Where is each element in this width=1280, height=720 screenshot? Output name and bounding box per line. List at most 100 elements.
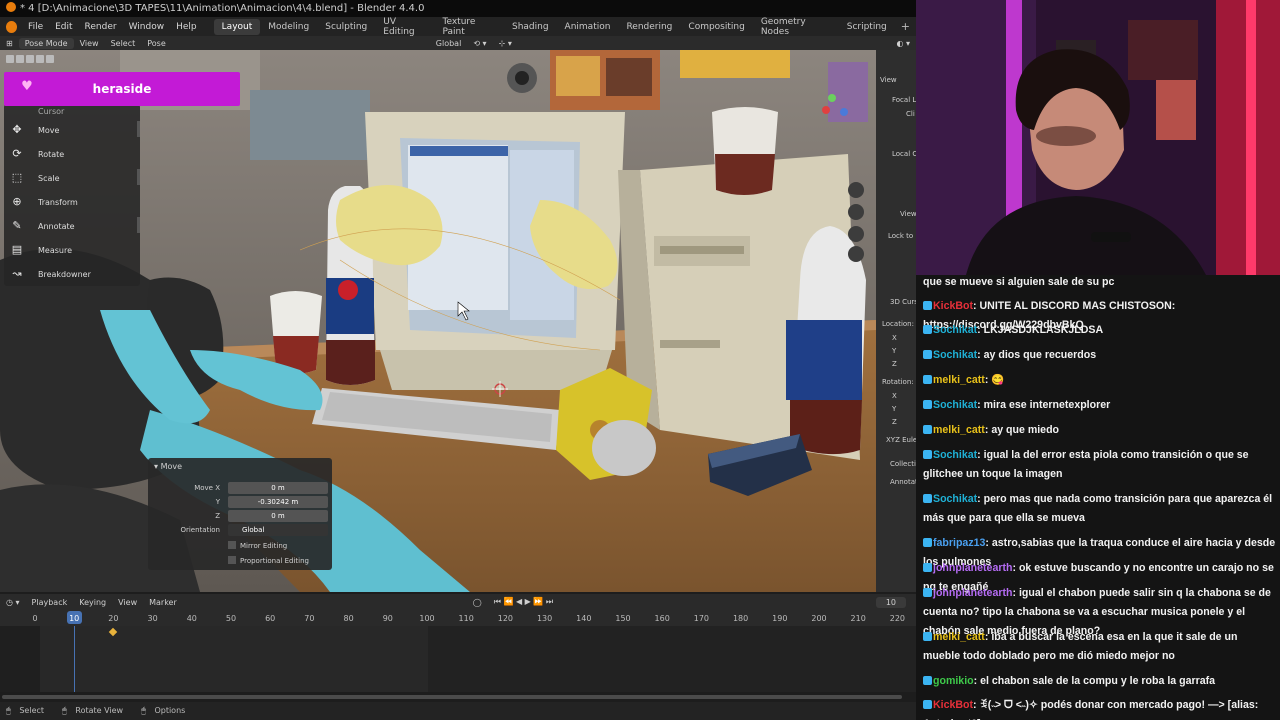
stream-chat: que se mueve si alguien sale de su pc Ki… (916, 275, 1280, 720)
tab-compositing[interactable]: Compositing (680, 19, 752, 35)
n-panel-collections-header[interactable]: Collecti (890, 460, 916, 468)
select-intersect-icon[interactable] (46, 55, 54, 63)
tab-animation[interactable]: Animation (557, 19, 619, 35)
snap-icon[interactable]: ⟲ ▾ (467, 39, 492, 48)
tool-move-label: Move (38, 125, 60, 135)
n-panel-view2-header[interactable]: View (900, 210, 916, 218)
mirror-editing-checkbox[interactable]: Mirror Editing (228, 541, 287, 550)
timeline-tick-label: 40 (187, 614, 197, 623)
tab-sculpting[interactable]: Sculpting (317, 19, 375, 35)
menu-pose[interactable]: Pose (141, 39, 172, 48)
playback-controls[interactable]: ⏮ ⏪ ◀ ▶ ⏩ ⏭ (488, 597, 559, 607)
chat-username[interactable]: fabripaz13 (933, 537, 985, 549)
blender-menu-icon[interactable] (6, 20, 18, 33)
operator-panel-title[interactable]: ▾ Move (154, 462, 182, 471)
mode-selector[interactable]: Pose Mode (18, 37, 74, 49)
orientation-dropdown[interactable]: Global (228, 524, 328, 536)
tool-annotate[interactable]: ✎ Annotate (4, 214, 140, 238)
timeline-playback-menu[interactable]: Playback (26, 598, 74, 607)
menu-select[interactable]: Select (105, 39, 142, 48)
menu-view[interactable]: View (74, 39, 105, 48)
tool-breakdowner[interactable]: ↝ Breakdowner (4, 262, 140, 286)
timeline-editor-icon[interactable]: ◷ ▾ (0, 598, 26, 607)
move-z-label: Z (215, 512, 220, 520)
chat-message: KickBot: ꉂ(˵˃ ᗜ ˂˵)✧ podés donar con mer… (923, 696, 1277, 720)
orientation-label: Orientation (180, 526, 220, 534)
chat-message: Sochikat: LKJASDJKLASKJLDSA (923, 321, 1277, 340)
n-panel-view-header[interactable]: View (880, 76, 897, 84)
chat-username[interactable]: Sochikat (933, 493, 977, 505)
select-invert-icon[interactable] (36, 55, 44, 63)
select-subtract-icon[interactable] (26, 55, 34, 63)
transform-orientation-dropdown[interactable]: Global (430, 39, 468, 48)
chat-badge-icon (923, 632, 932, 641)
move-x-field[interactable]: 0 m (228, 482, 328, 494)
tab-shading[interactable]: Shading (504, 19, 557, 35)
timeline-scrollbar[interactable] (0, 692, 916, 702)
chat-username[interactable]: Sochikat (933, 399, 977, 411)
menu-edit[interactable]: Edit (49, 22, 78, 32)
move-y-field[interactable]: -0.30242 m (228, 496, 328, 508)
heart-icon: ♥ (21, 79, 33, 94)
timeline-tick-label: 80 (344, 614, 354, 623)
tool-measure[interactable]: ▤ Measure (4, 238, 140, 262)
n-panel-rot-x: X (892, 392, 897, 400)
streamer-webcam (916, 0, 1280, 275)
chat-message: melki_catt: iba a buscar la escena esa e… (923, 631, 1238, 662)
auto-key-icon[interactable]: ◯ (467, 598, 488, 607)
menu-help[interactable]: Help (170, 22, 203, 32)
timeline-tick-label: 90 (383, 614, 393, 623)
tab-layout[interactable]: Layout (213, 18, 261, 35)
timeline-header: ◷ ▾ Playback Keying View Marker ◯ ⏮ ⏪ ◀ … (0, 594, 916, 610)
n-panel-3d-cursor-header[interactable]: 3D Curs (890, 298, 916, 306)
n-panel-rotation-mode[interactable]: XYZ Eule (886, 436, 916, 444)
select-extend-icon[interactable] (16, 55, 24, 63)
chat-username[interactable]: Sochikat (933, 349, 977, 361)
chat-username[interactable]: melki_catt (933, 374, 985, 386)
tool-cursor[interactable]: Cursor (4, 104, 140, 118)
tool-scale-label: Scale (38, 173, 60, 183)
tab-rendering[interactable]: Rendering (618, 19, 680, 35)
tool-rotate[interactable]: ⟳ Rotate (4, 142, 140, 166)
chat-badge-icon (923, 400, 932, 409)
chat-username[interactable]: KickBot (933, 699, 973, 711)
chat-username[interactable]: Sochikat (933, 324, 977, 336)
tool-scale[interactable]: ⬚ Scale (4, 166, 140, 190)
chat-badge-icon (923, 494, 932, 503)
chat-username[interactable]: johnplanetearth (933, 587, 1012, 599)
tab-modeling[interactable]: Modeling (260, 19, 317, 35)
tool-move[interactable]: ✥ Move (4, 118, 140, 142)
proportional-icon[interactable]: ⊹ ▾ (493, 39, 518, 48)
chat-username[interactable]: melki_catt (933, 631, 985, 643)
chat-username[interactable]: KickBot (933, 300, 973, 312)
editor-type-icon[interactable]: ⊞ (0, 39, 19, 48)
window-title: * 4 [D:\Animacione\3D TAPES\11\Animation… (20, 3, 425, 14)
tool-transform[interactable]: ⊕ Transform (4, 190, 140, 214)
menu-window[interactable]: Window (123, 22, 171, 32)
sidebar-n-panel[interactable]: View Focal L Cli Local C View Lock to 3D… (876, 50, 916, 592)
tab-scripting[interactable]: Scripting (839, 19, 895, 35)
timeline-keyframes[interactable] (0, 626, 916, 692)
chat-message: Sochikat: ay dios que recuerdos (923, 346, 1277, 365)
chat-username[interactable]: Sochikat (933, 449, 977, 461)
chat-badge-icon (923, 350, 932, 359)
keyframe-diamond[interactable] (108, 627, 118, 637)
timeline-tick-label: 10 (69, 614, 79, 623)
n-panel-annotations-header[interactable]: Annotat (890, 478, 916, 486)
overlay-icon[interactable]: ◐ ▾ (890, 39, 916, 48)
timeline-keying-menu[interactable]: Keying (73, 598, 112, 607)
select-box-icon[interactable] (6, 55, 14, 63)
add-workspace-button[interactable]: + (895, 20, 916, 33)
menu-file[interactable]: File (22, 22, 49, 32)
current-frame-field[interactable]: 10 (875, 596, 906, 608)
timeline-view-menu[interactable]: View (112, 598, 143, 607)
proportional-editing-checkbox[interactable]: Proportional Editing (228, 556, 309, 565)
move-z-field[interactable]: 0 m (228, 510, 328, 522)
chat-username[interactable]: johnplanetearth (933, 562, 1012, 574)
chat-username[interactable]: gomikio (933, 675, 974, 687)
timeline-ruler[interactable]: 0 10 20 30 40 50 60 70 80 90 100 110 120 130 140 150 160… (0, 610, 916, 626)
select-mode-strip[interactable] (6, 55, 76, 66)
menu-render[interactable]: Render (79, 22, 123, 32)
timeline-marker-menu[interactable]: Marker (143, 598, 183, 607)
chat-username[interactable]: melki_catt (933, 424, 985, 436)
